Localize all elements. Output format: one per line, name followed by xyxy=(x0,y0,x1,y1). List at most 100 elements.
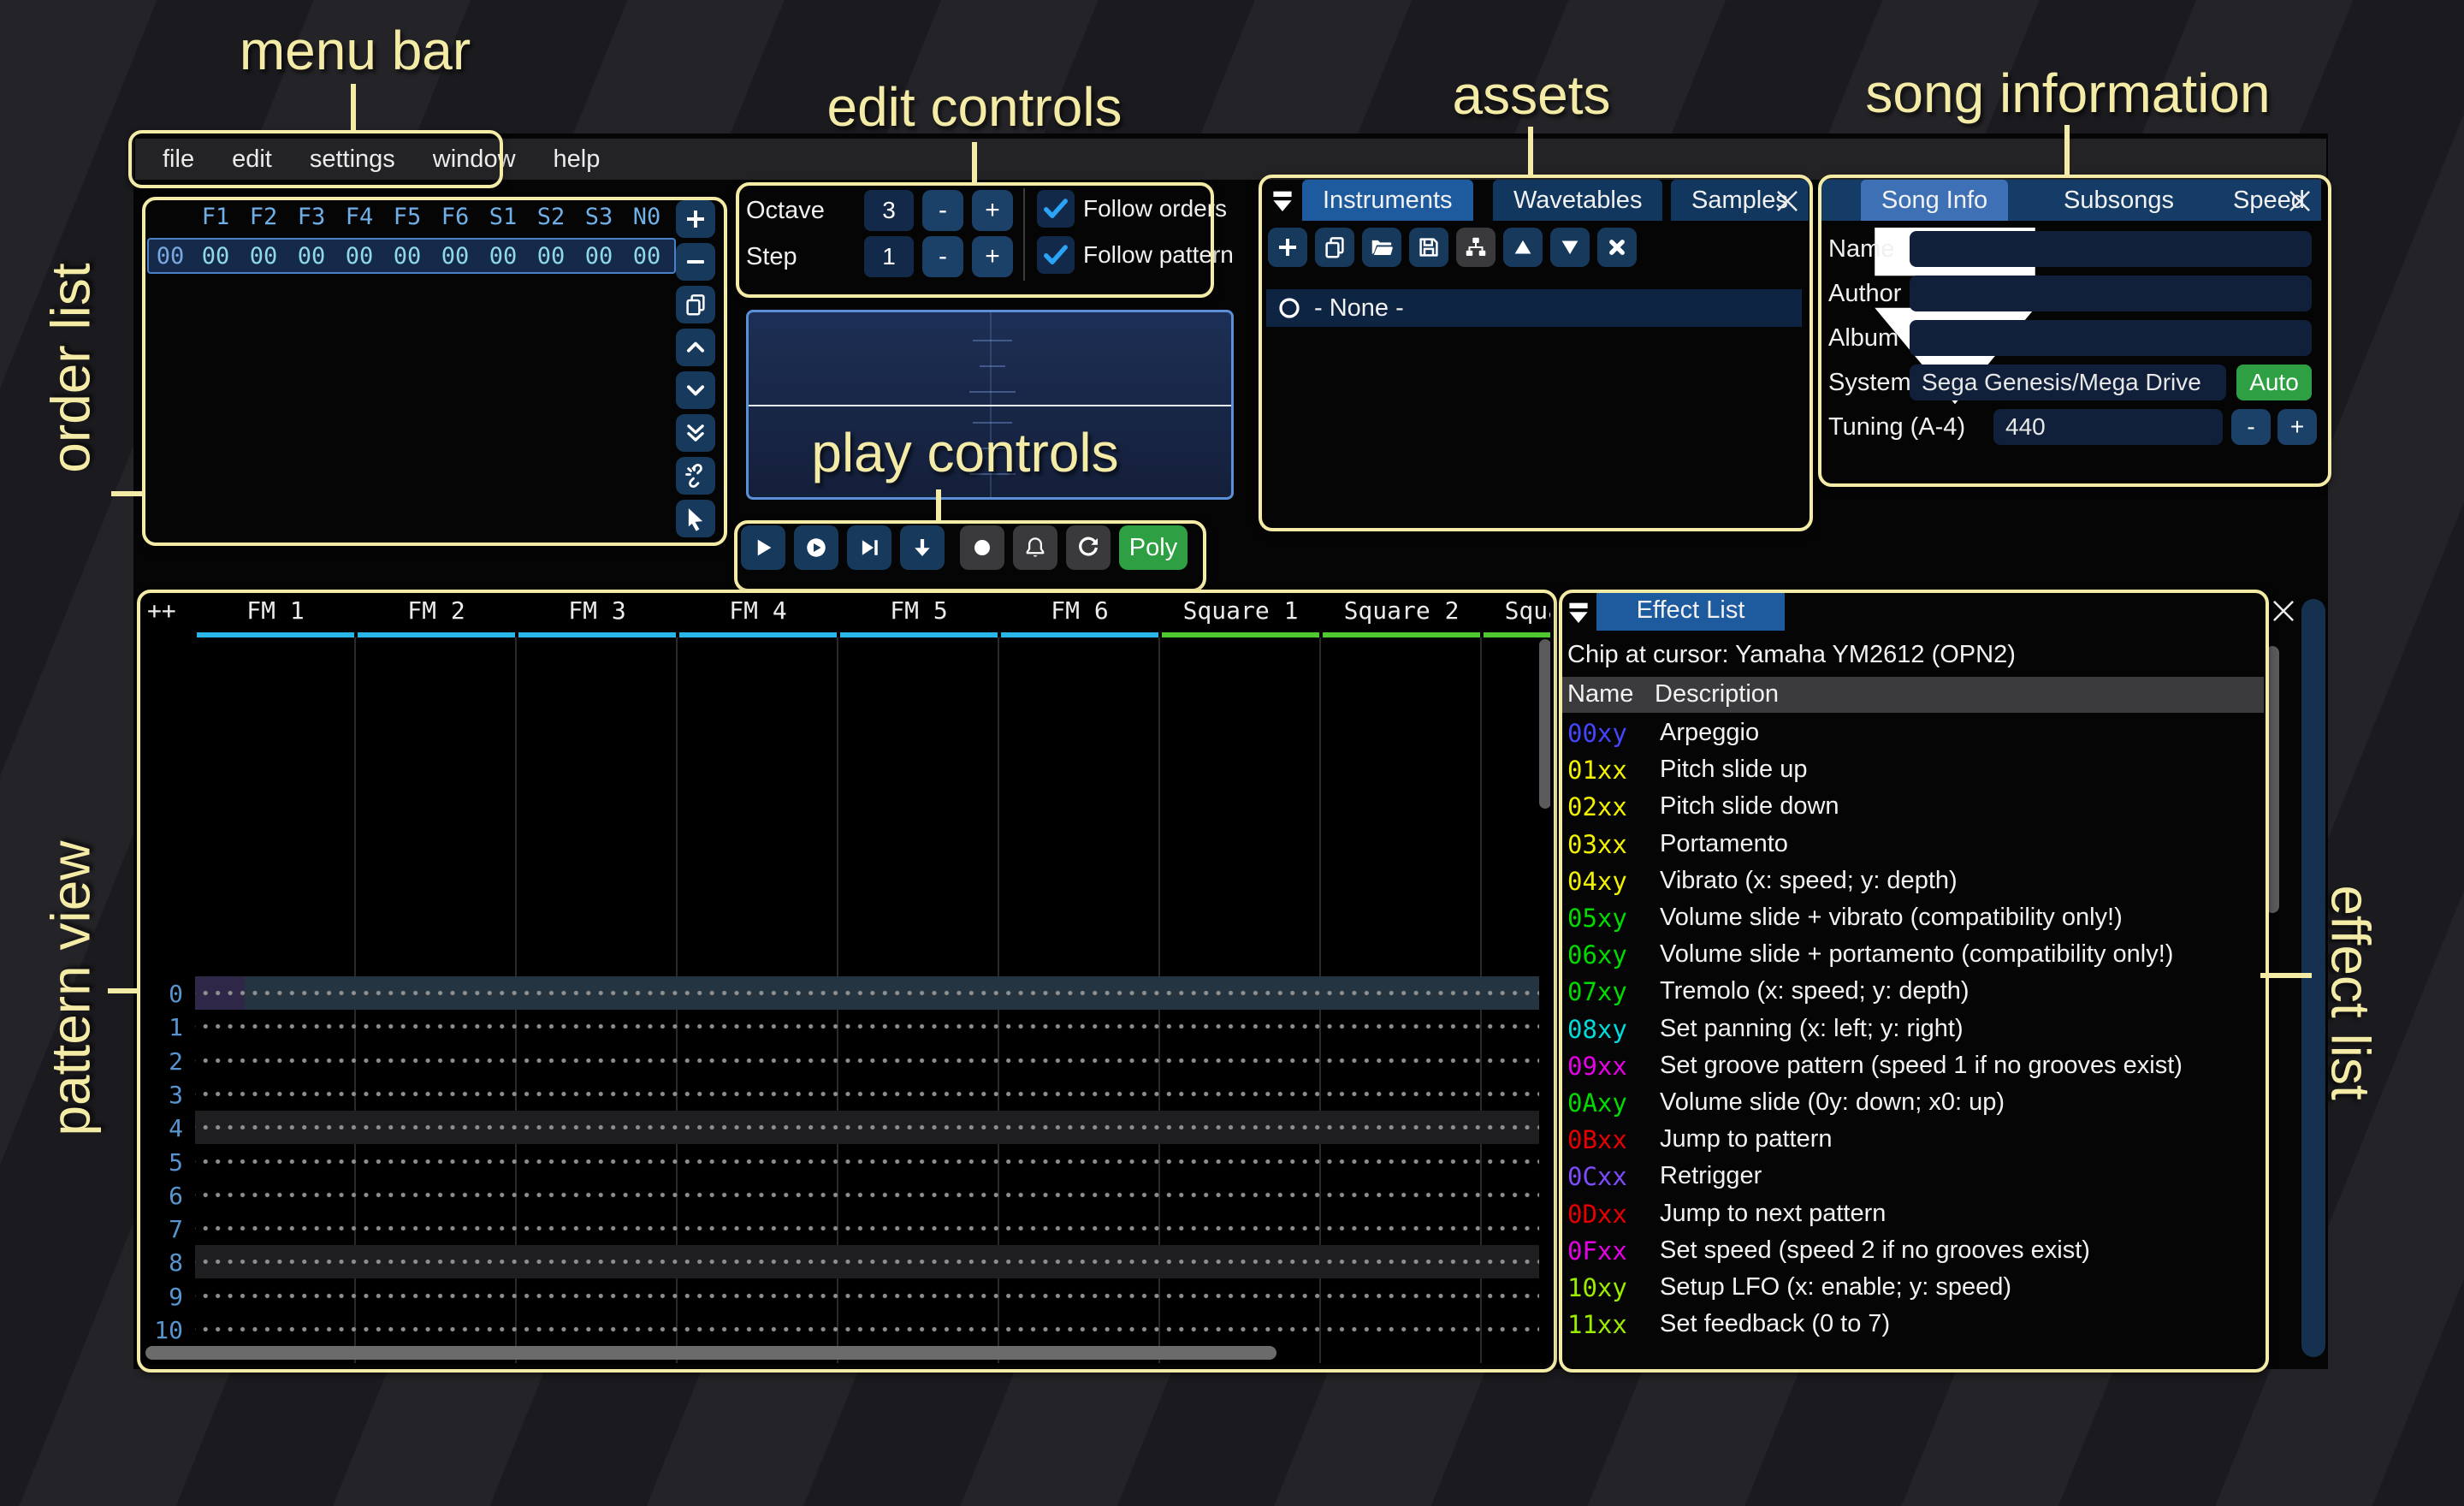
effect-row[interactable]: 08xy Set panning (x: left; y: right) xyxy=(1559,1011,2264,1047)
pattern-row[interactable]: 10 xyxy=(139,1313,1550,1346)
window-vertical-scrollbar[interactable] xyxy=(2301,599,2325,1357)
poly-button[interactable]: Poly xyxy=(1119,525,1188,570)
asset-folders-button[interactable] xyxy=(1456,228,1496,267)
channel-header-fm-2[interactable]: FM 2 xyxy=(356,596,517,625)
album-field[interactable] xyxy=(1910,320,2312,356)
channel-header-square-1[interactable]: Square 1 xyxy=(1160,596,1321,625)
effect-row[interactable]: 00xy Arpeggio xyxy=(1559,714,2264,751)
follow-orders-checkbox[interactable] xyxy=(1037,190,1075,228)
effect-list-scrollbar[interactable] xyxy=(2266,646,2279,913)
order-cell[interactable]: 00 xyxy=(431,243,479,270)
effect-row[interactable]: 0Axy Volume slide (0y: down; x0: up) xyxy=(1559,1084,2264,1121)
tab-wavetables[interactable]: Wavetables xyxy=(1493,180,1663,221)
order-cell[interactable]: 00 xyxy=(383,243,431,270)
effect-row[interactable]: 05xy Volume slide + vibrato (compatibilit… xyxy=(1559,899,2264,936)
effect-row[interactable]: 01xx Pitch slide up xyxy=(1559,751,2264,788)
order-cell[interactable]: 00 xyxy=(575,243,623,270)
tuning-minus-button[interactable]: - xyxy=(2231,409,2271,445)
menu-item-edit[interactable]: edit xyxy=(213,139,291,180)
collapse-icon[interactable] xyxy=(1564,596,1593,629)
step-plus-button[interactable]: + xyxy=(972,236,1013,277)
step-value[interactable]: 1 xyxy=(864,236,914,277)
add-order-button[interactable] xyxy=(676,200,715,238)
effect-row[interactable]: 0Fxx Set speed (speed 2 if no grooves exi… xyxy=(1559,1232,2264,1269)
tab-effect-list[interactable]: Effect List xyxy=(1596,590,1785,631)
effect-row[interactable]: 0Dxx Jump to next pattern xyxy=(1559,1195,2264,1232)
tab-instruments[interactable]: Instruments xyxy=(1302,180,1473,221)
order-cell[interactable]: 00 xyxy=(192,243,240,270)
pattern-row[interactable]: 7 xyxy=(139,1212,1550,1246)
pattern-horizontal-scrollbar[interactable] xyxy=(145,1346,1276,1360)
tab-song-info[interactable]: Song Info xyxy=(1861,180,2009,221)
menu-item-settings[interactable]: settings xyxy=(291,139,414,180)
effect-row[interactable]: 10xy Setup LFO (x: enable; y: speed) xyxy=(1559,1269,2264,1306)
order-cell[interactable]: 00 xyxy=(623,243,671,270)
save-asset-button[interactable] xyxy=(1409,228,1448,267)
delete-asset-button[interactable] xyxy=(1597,228,1637,267)
open-asset-button[interactable] xyxy=(1362,228,1401,267)
octave-plus-button[interactable]: + xyxy=(972,190,1013,231)
menu-item-help[interactable]: help xyxy=(535,139,619,180)
channel-header-fm-6[interactable]: FM 6 xyxy=(999,596,1160,625)
author-field[interactable] xyxy=(1910,276,2312,311)
pattern-row[interactable]: 2 xyxy=(139,1043,1550,1077)
pattern-view[interactable]: ++ FM 1 FM 2 FM 3 FM 4 FM 5 FM 6 Square 1 Squar… xyxy=(139,590,1550,1365)
effect-row[interactable]: 09xx Set groove pattern (speed 1 if no gr… xyxy=(1559,1047,2264,1084)
octave-minus-button[interactable]: - xyxy=(922,190,963,231)
duplicate-order-button[interactable] xyxy=(676,286,715,323)
close-icon[interactable] xyxy=(1771,185,1804,217)
channel-header-fm-5[interactable]: FM 5 xyxy=(838,596,999,625)
order-cell[interactable]: 00 xyxy=(527,243,575,270)
effect-row[interactable]: 04xy Vibrato (x: speed; y: depth) xyxy=(1559,863,2264,899)
metronome-button[interactable] xyxy=(1013,525,1057,570)
play-row-button[interactable] xyxy=(847,525,891,570)
move-asset-down-button[interactable] xyxy=(1550,228,1590,267)
move-order-down-button[interactable] xyxy=(676,371,715,409)
effect-row[interactable]: 07xy Tremolo (x: speed; y: depth) xyxy=(1559,973,2264,1010)
tab-subsongs[interactable]: Subsongs xyxy=(2043,180,2194,221)
move-order-up-button[interactable] xyxy=(676,329,715,366)
instrument-list-item[interactable]: - None - xyxy=(1266,289,1802,327)
order-cell[interactable]: 00 xyxy=(287,243,335,270)
pattern-row[interactable]: 1 xyxy=(139,1010,1550,1044)
menu-item-window[interactable]: window xyxy=(414,139,535,180)
name-field[interactable] xyxy=(1910,231,2312,267)
system-field[interactable]: Sega Genesis/Mega Drive xyxy=(1910,365,2226,400)
effect-row[interactable]: 0Bxx Jump to pattern xyxy=(1559,1121,2264,1158)
channel-header-fm-3[interactable]: FM 3 xyxy=(517,596,678,625)
pattern-vertical-scrollbar[interactable] xyxy=(1539,639,1550,809)
follow-pattern-checkbox[interactable] xyxy=(1037,236,1075,274)
remove-order-button[interactable] xyxy=(676,243,715,281)
effect-row[interactable]: 02xx Pitch slide down xyxy=(1559,788,2264,825)
order-cell[interactable]: 00 xyxy=(479,243,527,270)
effect-row[interactable]: 0Cxx Retrigger xyxy=(1559,1158,2264,1195)
pattern-row[interactable]: 9 xyxy=(139,1278,1550,1313)
move-asset-up-button[interactable] xyxy=(1503,228,1543,267)
channel-header-square-2[interactable]: Square 2 xyxy=(1321,596,1482,625)
tuning-field[interactable]: 440 xyxy=(1993,409,2223,445)
play-button[interactable] xyxy=(741,525,785,570)
pattern-corner[interactable]: ++ xyxy=(147,596,176,625)
add-asset-button[interactable] xyxy=(1268,228,1307,267)
pattern-row[interactable]: 3 xyxy=(139,1076,1550,1111)
order-cell[interactable]: 00 xyxy=(335,243,383,270)
order-edit-mode-button[interactable] xyxy=(676,500,715,537)
close-icon[interactable] xyxy=(2283,185,2316,217)
pattern-row[interactable]: 6 xyxy=(139,1177,1550,1212)
channel-header-square-3[interactable]: Square 3 xyxy=(1482,596,1550,625)
pattern-row[interactable]: 5 xyxy=(139,1144,1550,1178)
edit-record-button[interactable] xyxy=(960,525,1004,570)
channel-header-fm-4[interactable]: FM 4 xyxy=(678,596,838,625)
octave-value[interactable]: 3 xyxy=(864,190,914,231)
pattern-row[interactable]: 0 xyxy=(139,976,1550,1010)
order-list-row[interactable]: 00 00 00 00 00 00 00 00 00 00 00 xyxy=(147,238,676,274)
order-cell[interactable]: 00 xyxy=(240,243,287,270)
effect-row[interactable]: 11xx Set feedback (0 to 7) xyxy=(1559,1306,2264,1343)
tuning-plus-button[interactable]: + xyxy=(2277,409,2317,445)
effect-row[interactable]: 03xx Portamento xyxy=(1559,826,2264,863)
effect-row[interactable]: 06xy Volume slide + portamento (compatibi… xyxy=(1559,936,2264,973)
step-minus-button[interactable]: - xyxy=(922,236,963,277)
menu-item-file[interactable]: file xyxy=(144,139,213,180)
repeat-pattern-button[interactable] xyxy=(1066,525,1111,570)
play-pattern-button[interactable] xyxy=(794,525,838,570)
